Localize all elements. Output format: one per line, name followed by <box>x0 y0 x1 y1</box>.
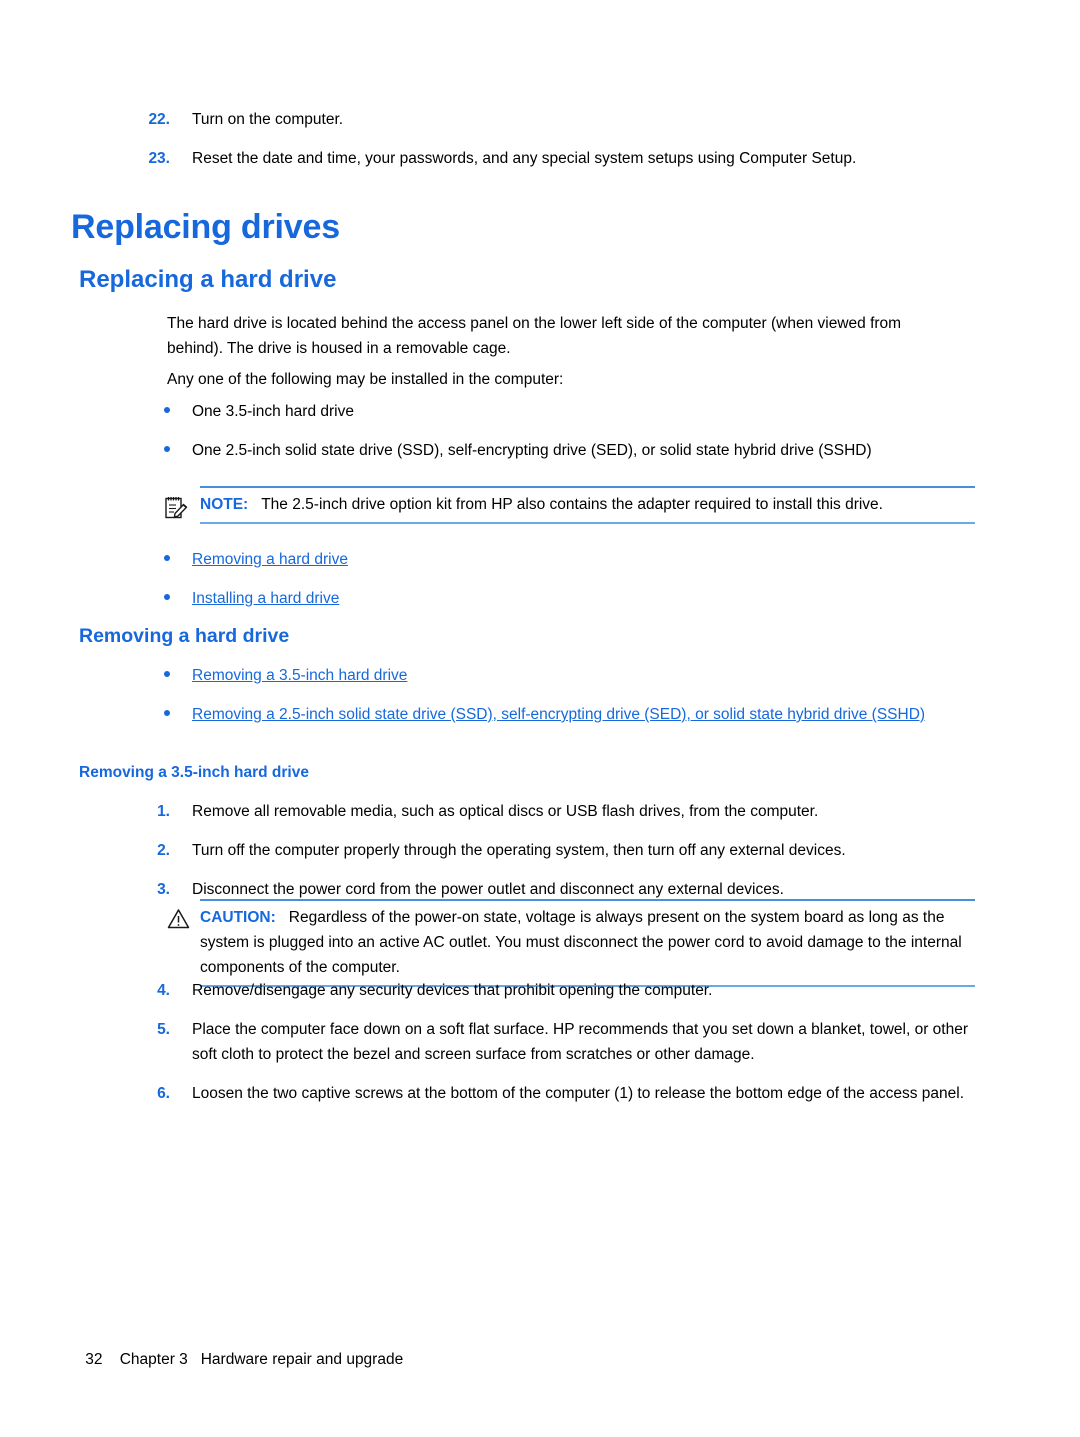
link-removing-35-inch-hard-drive[interactable]: Removing a 3.5-inch hard drive <box>192 663 407 688</box>
list-item: 5. Place the computer face down on a sof… <box>130 1017 970 1067</box>
page-title: Replacing drives <box>71 208 340 246</box>
page-footer: 32 Chapter 3 Hardware repair and upgrade <box>68 1333 403 1387</box>
subsection-heading: Removing a hard drive <box>79 625 290 647</box>
step-number: 4. <box>157 982 170 999</box>
warning-triangle-icon <box>167 908 200 932</box>
list-item: 2. Turn off the computer properly throug… <box>130 838 970 863</box>
step-number: 6. <box>157 1085 170 1102</box>
step-text: Loosen the two captive screws at the bot… <box>192 1085 964 1102</box>
list-item: 22. Turn on the computer. <box>130 107 950 132</box>
note-clipboard-pencil-icon <box>164 495 200 519</box>
subsection-links-list: Removing a 3.5-inch hard drive Removing … <box>130 663 980 727</box>
step-text: Reset the date and time, your passwords,… <box>192 150 857 167</box>
footer-chapter-title: Hardware repair and upgrade <box>200 1351 404 1368</box>
step-number: 23. <box>148 150 170 167</box>
lead-in-paragraph: Any one of the following may be installe… <box>167 371 564 388</box>
step-number: 2. <box>157 842 170 859</box>
note-label: NOTE: <box>200 496 249 513</box>
caution-text-container: CAUTION: Regardless of the power-on state… <box>200 905 972 980</box>
footer-chapter: Chapter 3 <box>119 1351 188 1368</box>
note-admonition: NOTE: The 2.5-inch drive option kit from … <box>165 486 975 524</box>
list-item: 1. Remove all removable media, such as o… <box>130 799 970 824</box>
section-links-list: Removing a hard drive Installing a hard … <box>130 547 960 611</box>
list-item: 23. Reset the date and time, your passwo… <box>130 146 950 171</box>
bullet-dot-icon <box>130 702 170 727</box>
step-number: 3. <box>157 881 170 898</box>
step-text: Turn on the computer. <box>192 111 344 128</box>
link-installing-a-hard-drive[interactable]: Installing a hard drive <box>192 586 339 611</box>
procedure-heading: Removing a 3.5-inch hard drive <box>79 764 309 781</box>
step-text: Remove all removable media, such as opti… <box>192 803 819 820</box>
caution-admonition: CAUTION: Regardless of the power-on state… <box>167 899 975 987</box>
list-item: Removing a 3.5-inch hard drive <box>130 663 980 688</box>
list-item: One 2.5-inch solid state drive (SSD), se… <box>130 438 960 463</box>
caution-label: CAUTION: <box>200 909 276 926</box>
step-text: Remove/disengage any security devices th… <box>192 982 713 999</box>
list-item: 6. Loosen the two captive screws at the … <box>130 1081 970 1106</box>
bullet-dot-icon <box>130 586 170 611</box>
drive-option-text: One 3.5-inch hard drive <box>192 403 354 420</box>
note-rule-bottom <box>200 522 975 524</box>
bullet-dot-icon <box>130 399 170 424</box>
list-item: Removing a 2.5-inch solid state drive (S… <box>130 702 980 727</box>
list-item: 4. Remove/disengage any security devices… <box>130 978 970 1003</box>
bullet-dot-icon <box>130 663 170 688</box>
drive-option-text: One 2.5-inch solid state drive (SSD), se… <box>192 442 872 459</box>
drive-options-list: One 3.5-inch hard drive One 2.5-inch sol… <box>130 399 960 463</box>
section-heading: Replacing a hard drive <box>79 266 337 293</box>
bullet-dot-icon <box>130 438 170 463</box>
caution-body-text: Regardless of the power-on state, voltag… <box>200 909 962 976</box>
bullet-dot-icon <box>130 547 170 572</box>
list-item: One 3.5-inch hard drive <box>130 399 960 424</box>
step-text: Turn off the computer properly through t… <box>192 842 846 859</box>
step-text: Place the computer face down on a soft f… <box>192 1021 968 1063</box>
step-number: 22. <box>148 111 170 128</box>
steps-before-caution-list: 1. Remove all removable media, such as o… <box>130 799 970 902</box>
list-item: Removing a hard drive <box>130 547 960 572</box>
continued-steps-list: 22. Turn on the computer. 23. Reset the … <box>0 0 950 171</box>
note-body-text: The 2.5-inch drive option kit from HP al… <box>261 496 883 513</box>
intro-paragraph: The hard drive is located behind the acc… <box>167 315 902 357</box>
step-number: 1. <box>157 803 170 820</box>
list-item: Installing a hard drive <box>130 586 960 611</box>
link-removing-a-hard-drive[interactable]: Removing a hard drive <box>192 547 348 572</box>
document-page: 22. Turn on the computer. 23. Reset the … <box>0 0 1080 1437</box>
footer-page-number: 32 <box>85 1351 103 1368</box>
note-text-container: NOTE: The 2.5-inch drive option kit from … <box>200 492 883 517</box>
link-removing-25-inch-ssd[interactable]: Removing a 2.5-inch solid state drive (S… <box>192 702 925 727</box>
steps-after-caution-list: 4. Remove/disengage any security devices… <box>130 978 970 1106</box>
step-number: 5. <box>157 1021 170 1038</box>
